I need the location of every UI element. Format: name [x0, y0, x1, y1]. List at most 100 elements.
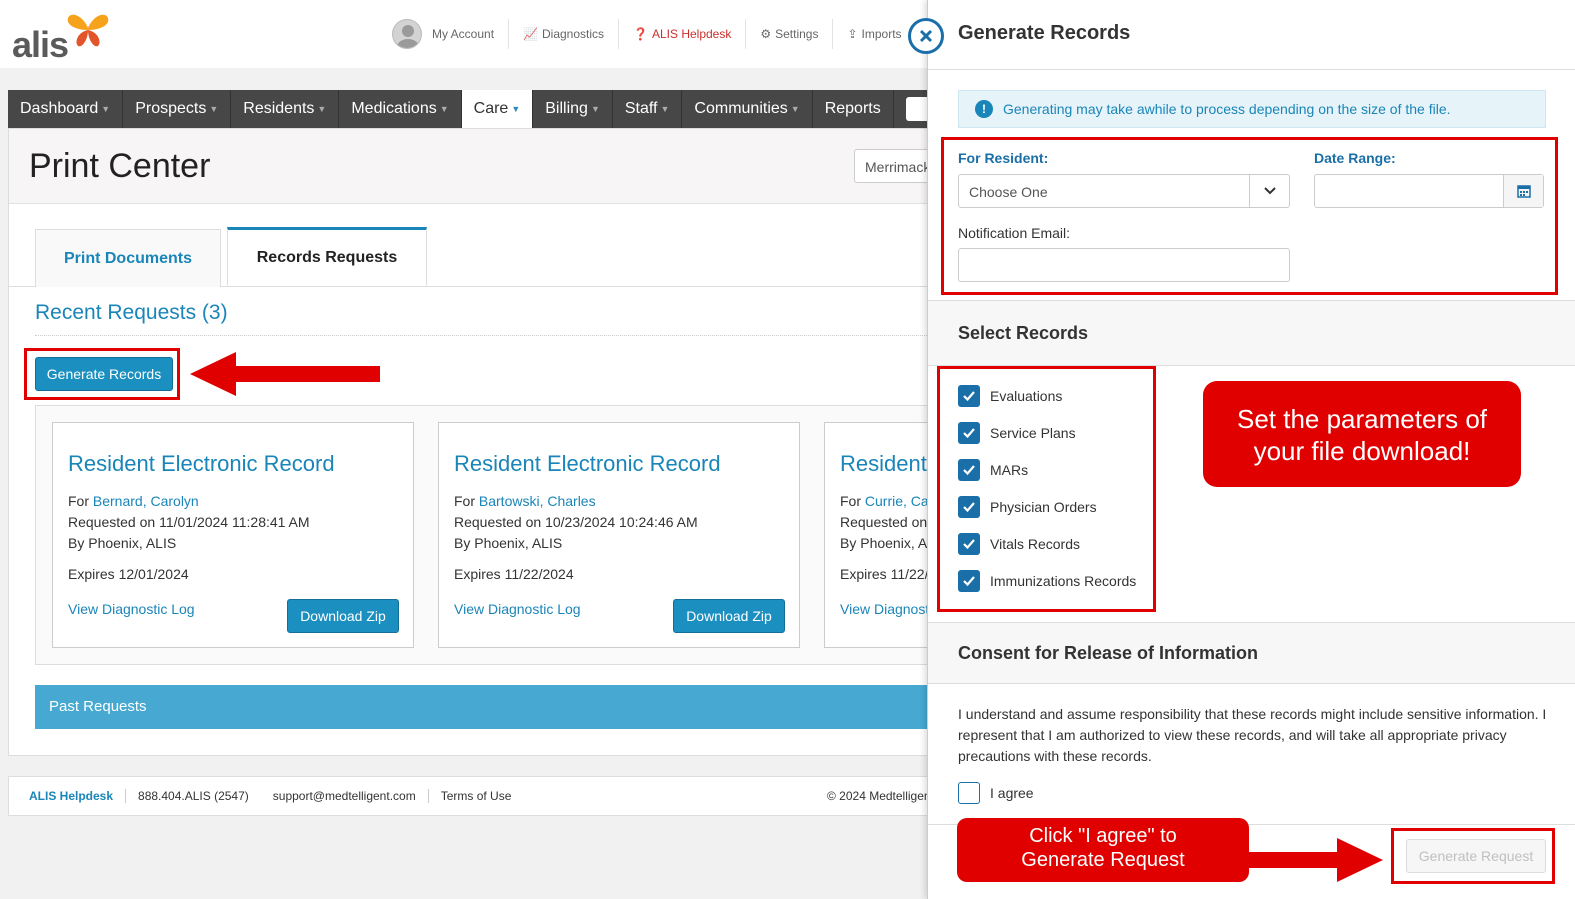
view-diagnostic-log-link[interactable]: View Diagnostic Log: [68, 601, 195, 617]
footer: ALIS Helpdesk 888.404.ALIS (2547) suppor…: [8, 776, 938, 816]
nav-dashboard[interactable]: Dashboard ▼: [8, 90, 124, 128]
logo-text: alis: [12, 24, 69, 65]
card-expires: Expires 11/22/2024: [454, 566, 574, 582]
card-title: Resident Electronic Record: [840, 451, 934, 476]
footer-email[interactable]: support@medtelligent.com: [261, 789, 429, 803]
footer-helpdesk-link[interactable]: ALIS Helpdesk: [29, 789, 127, 803]
info-icon: !: [975, 100, 993, 118]
recent-requests-list: Resident Electronic Record For Bernard, …: [35, 405, 935, 665]
page-title-bar: Print Center Merrimack: [9, 129, 944, 204]
annotation-box-parameters: [941, 137, 1558, 295]
helpdesk-label: ALIS Helpdesk: [651, 27, 732, 41]
caret-down-icon: ▼: [790, 104, 800, 114]
nav-prospects[interactable]: Prospects ▼: [123, 90, 232, 128]
nav-label: Residents: [243, 100, 315, 117]
nav-billing[interactable]: Billing ▼: [533, 90, 613, 128]
tab-print-documents[interactable]: Print Documents: [35, 229, 221, 287]
nav-residents[interactable]: Residents ▼: [231, 90, 340, 128]
callout-text: Set the parameters of: [1236, 404, 1488, 434]
recent-requests-title: Recent Requests (3): [35, 301, 228, 324]
card-expires: Expires 12/01/2024: [68, 566, 189, 582]
card-expires: Expires 11/22/: [840, 566, 929, 582]
card-title: Resident Electronic Record: [68, 451, 335, 476]
drawer-title: Generate Records: [958, 22, 1131, 44]
info-alert: ! Generating may take awhile to process …: [958, 90, 1546, 128]
main-nav: Dashboard ▼ Prospects ▼ Residents ▼ Medicat…: [8, 90, 938, 128]
annotation-box-generate-request: [1391, 828, 1555, 884]
consent-title: Consent for Release of Information: [958, 643, 1259, 663]
past-requests-bar[interactable]: Past Requests: [35, 685, 935, 729]
caret-down-icon: ▼: [511, 104, 521, 114]
nav-label: Medications: [351, 100, 437, 117]
for-prefix: For: [68, 493, 93, 509]
divider: [928, 69, 1575, 70]
request-card: Resident Electronic Record For Bernard, …: [52, 422, 414, 648]
caret-down-icon: ▼: [660, 104, 670, 114]
close-icon[interactable]: [908, 18, 944, 54]
callout-text: your file download!: [1253, 436, 1471, 466]
upload-icon: ⇪: [847, 27, 858, 41]
request-card: Resident Electronic Record For Currie, C…: [824, 422, 934, 648]
download-zip-button[interactable]: Download Zip: [673, 599, 785, 633]
caret-down-icon: ▼: [590, 104, 600, 114]
page-title: Print Center: [29, 147, 211, 185]
consent-header: Consent for Release of Information: [928, 622, 1575, 684]
caret-down-icon: ▼: [209, 104, 219, 114]
agree-label: I agree: [990, 785, 1034, 801]
consent-text: I understand and assume responsibility t…: [958, 706, 1547, 764]
annotation-arrow-left: [190, 352, 380, 396]
callout-text: Click "I agree" to: [1029, 825, 1177, 847]
butterfly-icon: [67, 14, 109, 47]
tab-bar: Print Documents Records Requests: [9, 227, 937, 287]
checkbox-unchecked-icon[interactable]: [958, 782, 980, 804]
imports-link[interactable]: ⇪ Imports: [833, 19, 915, 49]
nav-care[interactable]: Care ▼: [461, 90, 534, 128]
callout-text: Generate Request: [1021, 849, 1185, 871]
nav-medications[interactable]: Medications ▼: [339, 90, 462, 128]
resident-link[interactable]: Bernard, Carolyn: [93, 493, 199, 509]
helpdesk-link[interactable]: ❓ ALIS Helpdesk: [619, 19, 747, 49]
settings-link[interactable]: ⚙ Settings: [746, 19, 834, 49]
card-by: By Phoenix, ALIS: [454, 535, 563, 551]
resident-link[interactable]: Bartowski, Charles: [479, 493, 596, 509]
nav-staff[interactable]: Staff ▼: [613, 90, 683, 128]
card-title: Resident Electronic Record: [454, 451, 721, 476]
nav-label: Reports: [824, 100, 881, 117]
diagnostics-label: Diagnostics: [541, 27, 605, 41]
alis-logo[interactable]: alis: [12, 10, 112, 65]
view-diagnostic-log-link[interactable]: View Diagnostic Log: [454, 601, 581, 617]
imports-label: Imports: [861, 27, 902, 41]
nav-reports[interactable]: Reports: [813, 90, 894, 128]
tab-records-requests[interactable]: Records Requests: [227, 227, 427, 286]
nav-communities[interactable]: Communities ▼: [682, 90, 813, 128]
nav-label: Communities: [694, 100, 788, 117]
divider: [35, 335, 935, 336]
select-records-title: Select Records: [958, 323, 1089, 343]
diagnostics-link[interactable]: 📈 Diagnostics: [509, 19, 620, 49]
agree-checkbox-row[interactable]: I agree: [958, 782, 1034, 804]
card-by: By Phoenix, A: [840, 535, 928, 551]
nav-label: Billing: [545, 100, 588, 117]
card-requested: Requested on 10/23/2024 10:24:46 AM: [454, 514, 698, 530]
download-zip-button[interactable]: Download Zip: [287, 599, 399, 633]
callout-parameters: Set the parameters of your file download…: [1203, 381, 1521, 487]
avatar: [392, 19, 422, 49]
question-icon: ❓: [633, 27, 648, 41]
nav-label: Care: [473, 100, 509, 117]
resident-link[interactable]: Currie, Ca: [865, 493, 929, 509]
footer-terms-link[interactable]: Terms of Use: [429, 789, 524, 803]
gear-icon: ⚙: [760, 27, 772, 41]
info-text: Generating may take awhile to process de…: [1003, 101, 1451, 117]
for-prefix: For: [840, 493, 865, 509]
card-resident: For Currie, Ca: [840, 493, 929, 509]
for-prefix: For: [454, 493, 479, 509]
nav-label: Staff: [624, 100, 658, 117]
caret-down-icon: ▼: [101, 104, 111, 114]
nav-label: Dashboard: [20, 100, 99, 117]
card-resident: For Bernard, Carolyn: [68, 493, 199, 509]
footer-copyright: © 2024 Medtelligent: [827, 789, 934, 803]
my-account-link[interactable]: My Account: [378, 19, 510, 49]
card-resident: For Bartowski, Charles: [454, 493, 596, 509]
utility-nav: My Account 📈 Diagnostics ❓ ALIS Helpdesk…: [378, 18, 916, 50]
view-diagnostic-log-link[interactable]: View Diagnost: [840, 601, 929, 617]
